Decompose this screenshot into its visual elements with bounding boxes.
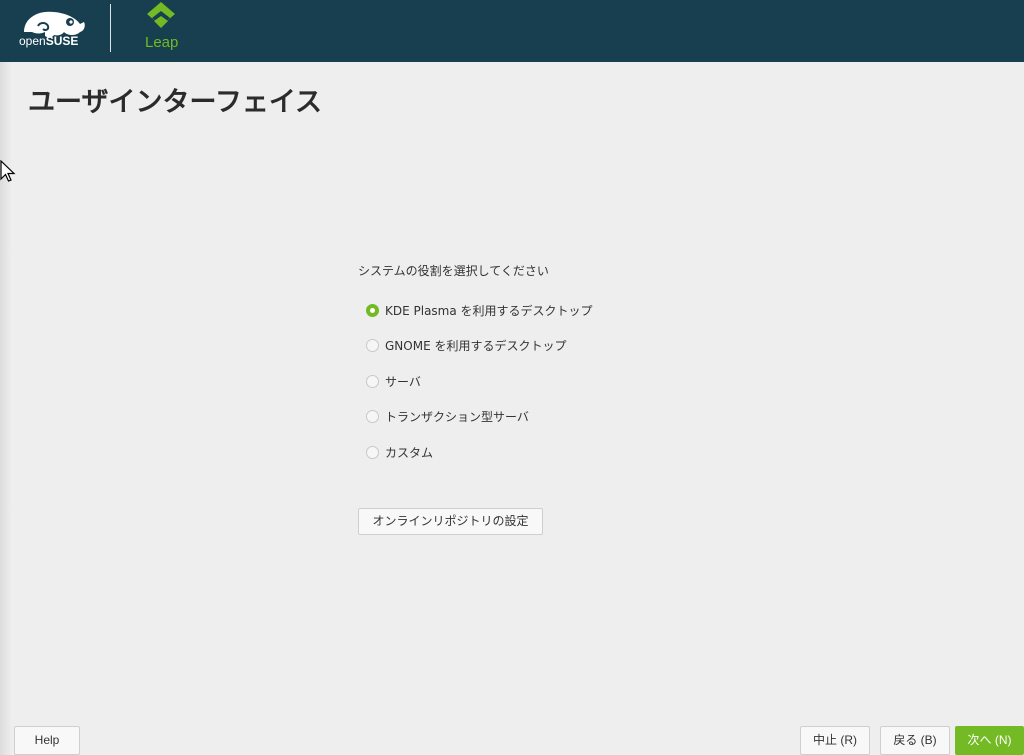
radio-button[interactable] (366, 409, 379, 423)
header-bar: openSUSE Leap (0, 0, 1024, 62)
role-prompt-label: システムの役割を選択してください (358, 264, 549, 278)
role-option-label: サーバ (385, 374, 421, 389)
role-option-gnome[interactable]: GNOME を利用するデスクトップ (366, 335, 646, 355)
mouse-pointer-icon (0, 160, 16, 182)
role-option-label: GNOME を利用するデスクトップ (385, 338, 567, 353)
role-option-label: KDE Plasma を利用するデスクトップ (385, 303, 593, 318)
role-option-custom[interactable]: カスタム (366, 442, 646, 462)
header-divider (110, 4, 111, 52)
radio-button-selected[interactable] (366, 303, 379, 317)
brand-prefix: open (19, 34, 46, 48)
role-option-label: トランザクション型サーバ (385, 409, 529, 424)
role-option-transactional-server[interactable]: トランザクション型サーバ (366, 406, 646, 426)
online-repositories-button[interactable]: オンラインリポジトリの設定 (358, 508, 543, 535)
role-option-kde[interactable]: KDE Plasma を利用するデスクトップ (366, 300, 646, 320)
role-option-server[interactable]: サーバ (366, 371, 646, 391)
leap-icon (147, 2, 175, 28)
back-button[interactable]: 戻る (B) (880, 726, 950, 755)
radio-button[interactable] (366, 374, 379, 388)
brand-wordmark: openSUSE (19, 34, 78, 48)
abort-button[interactable]: 中止 (R) (800, 726, 870, 755)
next-button[interactable]: 次へ (N) (955, 726, 1024, 755)
radio-button[interactable] (366, 445, 379, 459)
radio-button[interactable] (366, 338, 379, 352)
help-button[interactable]: Help (14, 726, 80, 755)
brand-suffix: SUSE (45, 34, 79, 48)
system-role-section: システムの役割を選択してください KDE Plasma を利用するデスクトップ … (358, 262, 658, 460)
product-name: Leap (145, 34, 179, 51)
role-option-label: カスタム (385, 445, 434, 460)
page-title: ユーザインターフェイス (28, 87, 323, 118)
